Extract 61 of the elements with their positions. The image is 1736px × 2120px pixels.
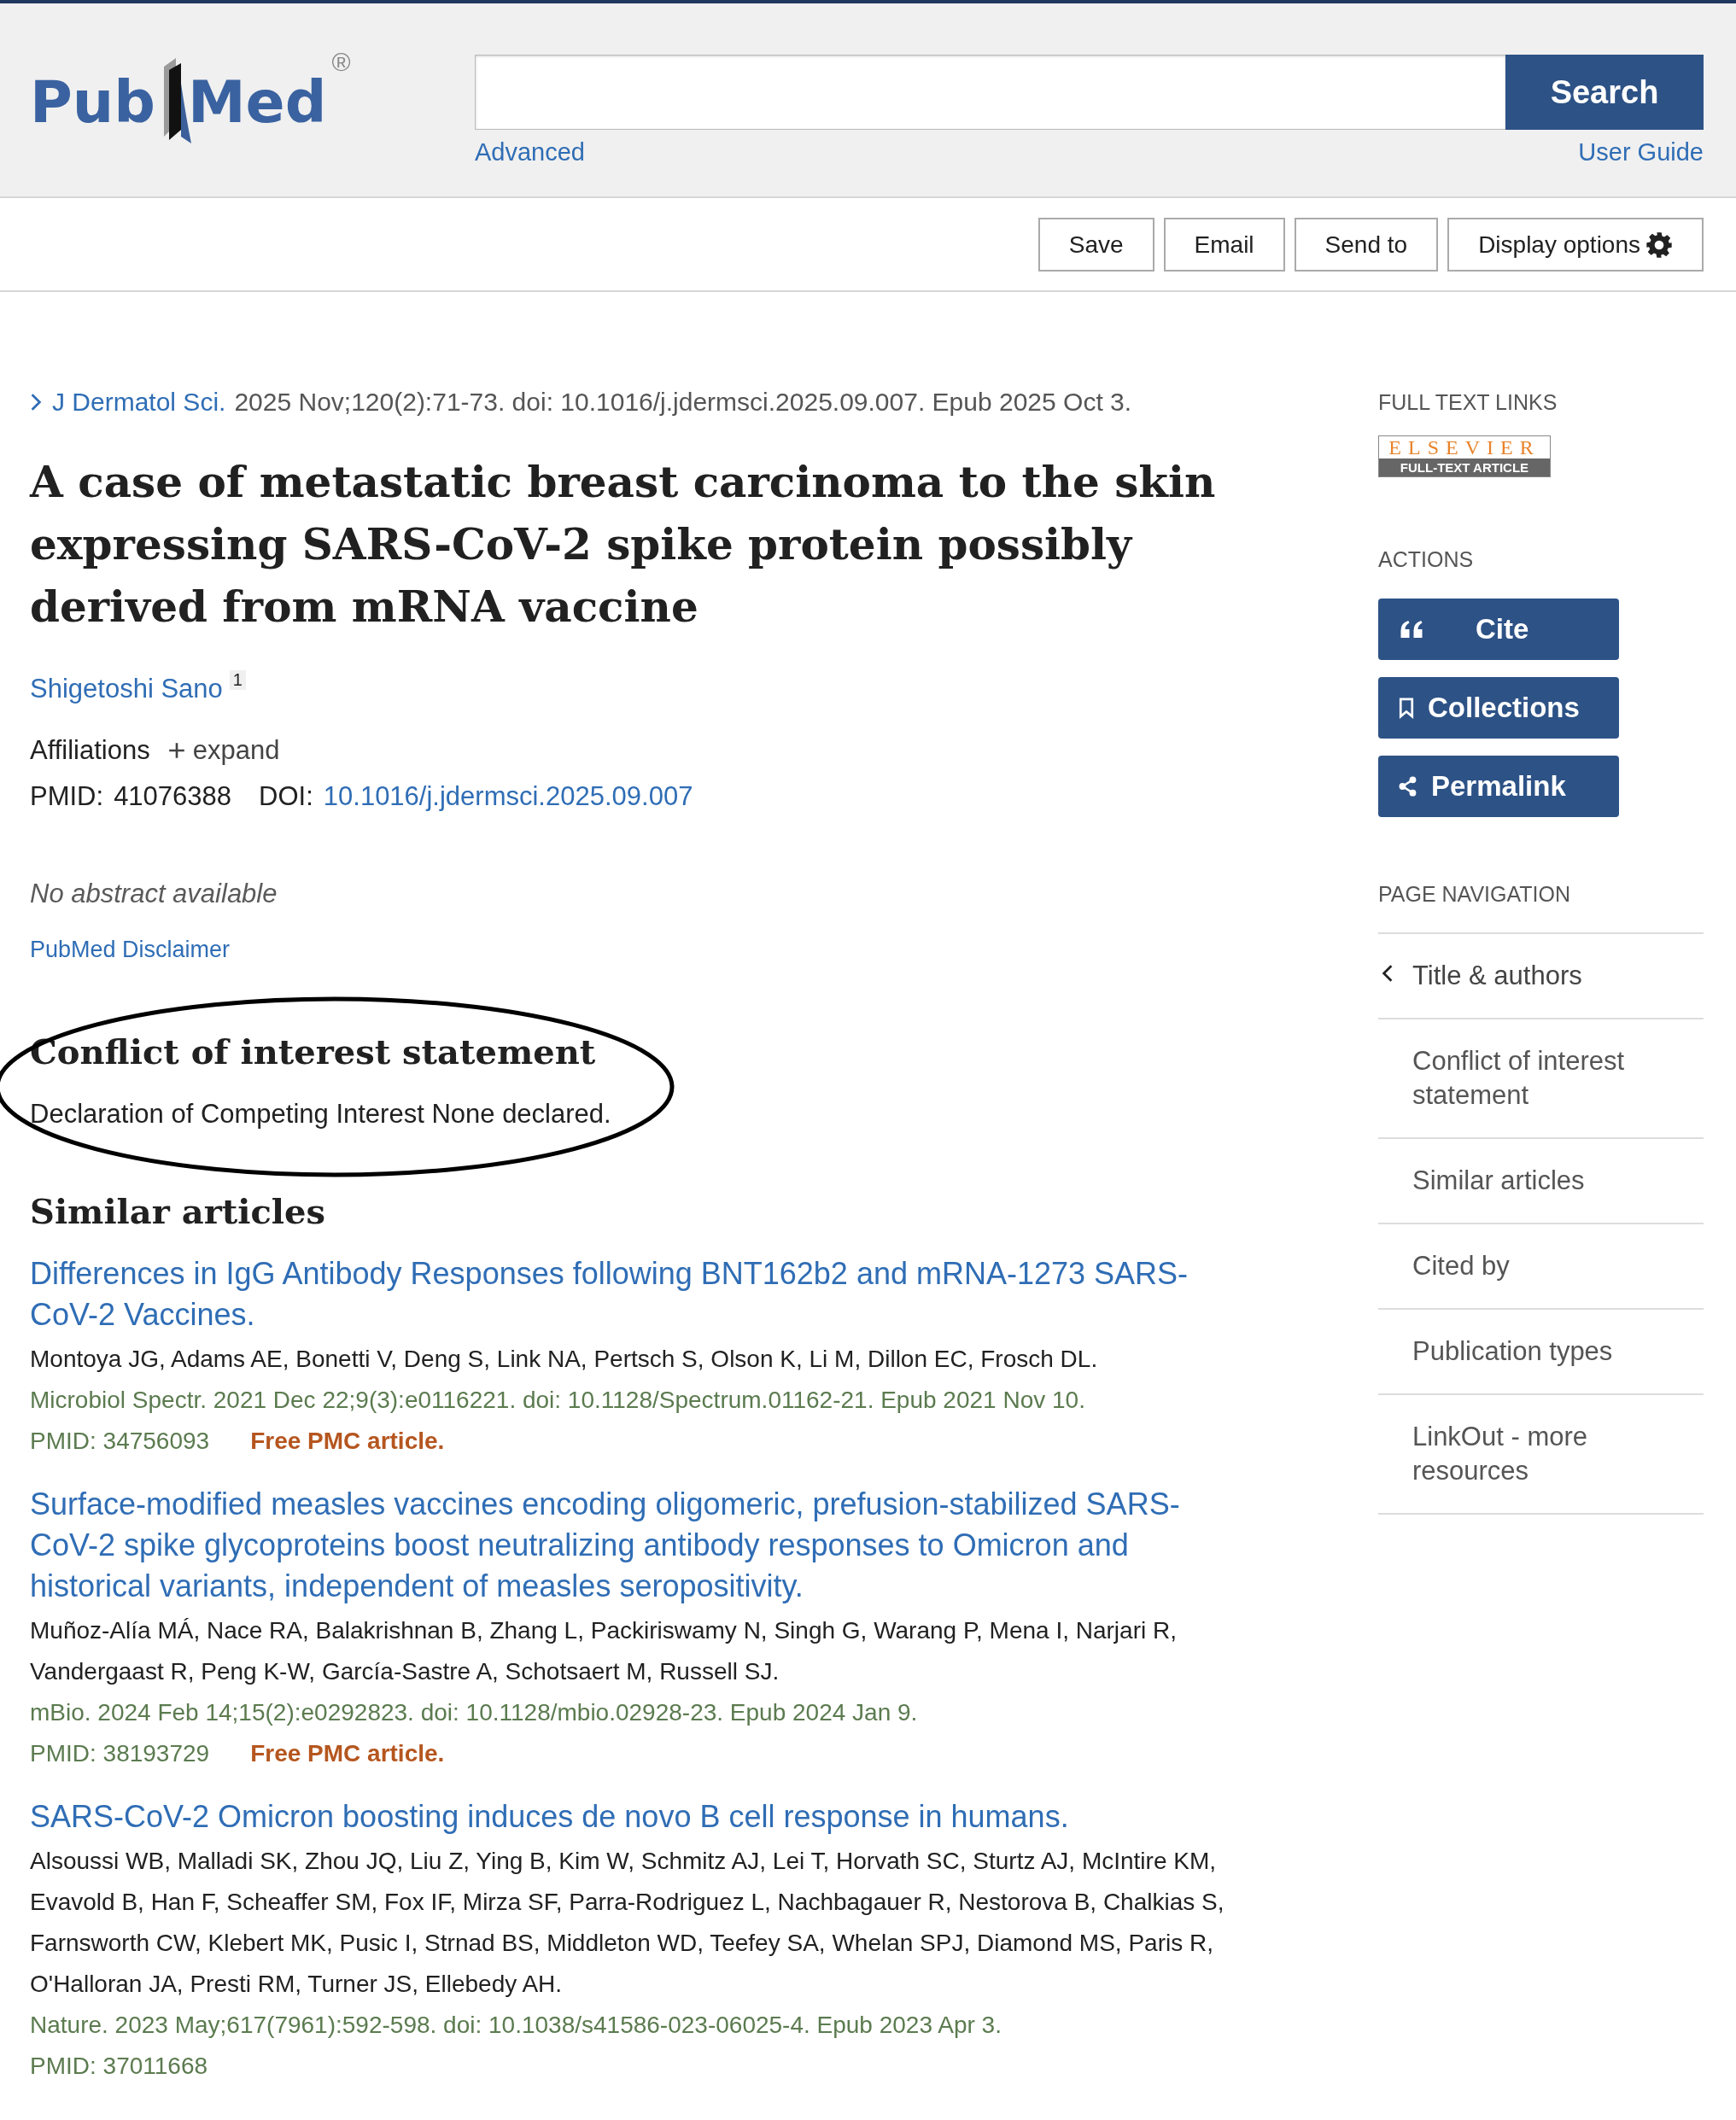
article-link[interactable]: Surface-modified measles vaccines encoding oligomeric, prefusion-stabilized SARS-CoV-2 spike glycoproteins boost neutralizing antibody responses to Omicron and historical variants, independent of measles seropositivity. <box>30 1484 1234 1607</box>
no-abstract-note: No abstract available <box>30 879 278 909</box>
pmid-label: PMID: <box>30 781 104 812</box>
sidebar-heading: PAGE NAVIGATION <box>1378 882 1704 934</box>
toolbar-button[interactable]: Email <box>1163 218 1285 272</box>
author-list: Muñoz-Alía MÁ, Nace RA, Balakrishnan B, Zhang L, Packiriswamy N, Singh G, Warang P, Mena I, Narjari R, Vandergaast R, Peng K-W, García-Sastre A, Schotsaert M, Russell SJ. <box>30 1610 1234 1692</box>
user-guide-link[interactable]: User Guide <box>1578 138 1704 166</box>
logo-text[interactable]: Med <box>187 73 327 143</box>
nav-item[interactable]: Publication types <box>1378 1310 1704 1395</box>
full-text-badge[interactable]: ELSEVIER FULL-TEXT ARTICLE <box>1378 435 1551 477</box>
nav-item[interactable]: LinkOut - more resources <box>1378 1395 1704 1515</box>
sidebar-heading: ACTIONS <box>1378 547 1475 572</box>
toolbar-button[interactable]: Display options <box>1447 218 1704 272</box>
citation-text: Microbiol Spectr. 2021 Dec 22;9(3):e0116221. doi: 10.1128/Spectrum.01162-21. Epub 2021 Nov 10. <box>30 1386 1086 1415</box>
search-button[interactable]: Search <box>1505 55 1704 130</box>
pmid-text: PMID: 38193729 <box>30 1739 210 1768</box>
article-title: A case of metastatic breast carcinoma to the skin expressing SARS-CoV-2 spike protein possibly derived from mRNA vaccine <box>30 456 1217 634</box>
section-heading: Similar articles <box>30 1191 326 1231</box>
citation-text: Nature. 2023 May;617(7961):592-598. doi: 10.1038/s41586-023-06025-4. Epub 2023 Apr 3. <box>30 2011 1002 2040</box>
pmid-text: PMID: 37011668 <box>30 2052 208 2081</box>
citation-text: mBio. 2024 Feb 14;15(2):e0292823. doi: 10.1128/mbio.02928-23. Epub 2024 Jan 9. <box>30 1698 919 1727</box>
nav-item[interactable]: Title & authors <box>1378 934 1704 1019</box>
sidebar-heading: FULL TEXT LINKS <box>1378 390 1558 415</box>
free-pmc-label: Free PMC article. <box>250 1739 445 1768</box>
doi-label: DOI: <box>259 781 313 812</box>
expand-toggle[interactable]: expand <box>167 735 280 766</box>
citation-text: 2025 Nov;120(2):71-73. doi: 10.1016/j.jdermsci.2025.09.007. Epub 2025 Oct 3. <box>234 388 1132 417</box>
advanced-link[interactable]: Advanced <box>475 138 585 166</box>
author-link[interactable]: Shigetoshi Sano <box>30 674 223 704</box>
disclaimer-link[interactable]: PubMed Disclaimer <box>30 937 1260 963</box>
chevron-left-icon <box>1382 964 1394 983</box>
action-button[interactable]: Permalink <box>1378 756 1619 817</box>
gear-icon <box>1645 231 1673 259</box>
bookmark-icon <box>1399 697 1414 719</box>
article-link[interactable]: SARS-CoV-2 Omicron boosting induces de novo B cell response in humans. <box>30 1796 1234 1837</box>
author-list: Montoya JG, Adams AE, Bonetti V, Deng S, Link NA, Pertsch S, Olson K, Li M, Dillon EC, Frosch DL. <box>30 1339 1234 1380</box>
affiliations-label: Affiliations <box>30 735 150 766</box>
section-heading: Conflict of interest statement <box>30 1031 597 1072</box>
toolbar-button[interactable]: Send to <box>1294 218 1439 272</box>
chevron-right-icon[interactable] <box>30 393 42 412</box>
author-list: Alsoussi WB, Malladi SK, Zhou JQ, Liu Z, Ying B, Kim W, Schmitz AJ, Lei T, Horvath SC, Sturtz AJ, McIntire KM, Evavold B, Han F, Scheaffer SM, Fox IF, Mirza SF, Parra-Rodriguez L, Nachbagauer R, Nestorova B, Chalkias S, Farnsworth CW, Klebert MK, Pusic I, Strnad BS, Middleton WD, Teefey SA, Whelan SPJ, Diamond MS, Paris R, O'Halloran JA, Presti RM, Turner JS, Ellebedy AH. <box>30 1841 1234 2005</box>
doi-link[interactable]: 10.1016/j.jdermsci.2025.09.007 <box>323 781 693 812</box>
article-link[interactable]: Differences in IgG Antibody Responses following BNT162b2 and mRNA-1273 SARS-CoV-2 Vaccines. <box>30 1253 1234 1335</box>
pmid-value: 41076388 <box>114 781 232 812</box>
pmid-text: PMID: 34756093 <box>30 1427 210 1456</box>
search-field[interactable] <box>475 55 1505 130</box>
conflict-text: Declaration of Competing Interest None declared. <box>30 1099 612 1130</box>
logo-text[interactable]: Pub <box>30 73 155 143</box>
free-pmc-label: Free PMC article. <box>250 1427 445 1456</box>
action-button[interactable]: Collections <box>1378 677 1619 739</box>
share-icon <box>1399 776 1417 797</box>
registered-mark: ® <box>331 48 351 77</box>
nav-item[interactable]: Conflict of interest statement <box>1378 1019 1704 1139</box>
action-button[interactable]: Cite <box>1378 599 1619 660</box>
nav-item[interactable]: Similar articles <box>1378 1139 1704 1224</box>
nav-item[interactable]: Cited by <box>1378 1224 1704 1310</box>
journal-link[interactable]: J Dermatol Sci. <box>52 388 226 417</box>
toolbar-button[interactable]: Save <box>1038 218 1154 272</box>
quote-icon <box>1399 621 1424 638</box>
plus-icon <box>167 741 186 760</box>
affiliation-number[interactable]: 1 <box>229 670 246 690</box>
